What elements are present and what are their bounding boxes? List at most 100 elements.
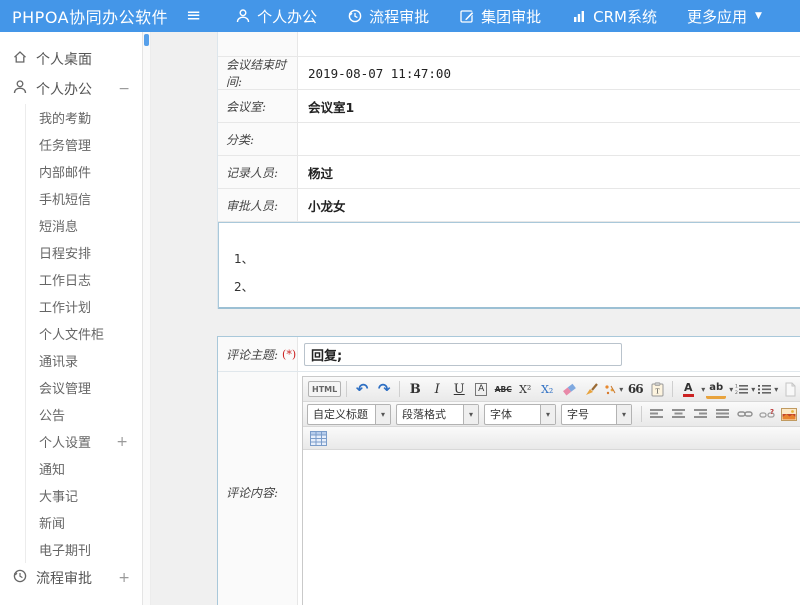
table-icon[interactable]	[308, 428, 328, 448]
sidebar-subitem-tasks[interactable]: 任务管理	[26, 131, 142, 158]
sidebar-item-workflow-approval[interactable]: 流程审批 +	[0, 563, 142, 593]
sidebar-subitem-e-journal[interactable]: 电子期刊	[26, 536, 142, 563]
chevron-down-icon[interactable]: ▾	[701, 385, 705, 394]
highlight-button[interactable]: ab	[706, 379, 726, 399]
menu-toggle-icon[interactable]: ≡	[186, 7, 201, 25]
comment-subject-input[interactable]	[304, 343, 622, 366]
nav-item-workflow-approval[interactable]: 流程审批	[347, 6, 429, 27]
editor-toolbar-row-3	[303, 427, 800, 450]
superscript-button[interactable]: X²	[515, 379, 535, 399]
sidebar-subitem-work-plan[interactable]: 工作计划	[26, 293, 142, 320]
comment-subject-row: 评论主题: (*)	[218, 337, 800, 372]
sidebar-subitem-notice[interactable]: 通知	[26, 455, 142, 482]
sidebar-item-label: 流程审批	[36, 568, 92, 588]
page-break-icon[interactable]	[780, 379, 800, 399]
sidebar: 个人桌面 个人办公 − 我的考勤 任务管理 内部邮件 手机短信 短消息 日程安排…	[0, 32, 143, 605]
sidebar-item-personal-office[interactable]: 个人办公 −	[0, 74, 142, 104]
table-row-end-time: 会议结束时间: 2019-08-07 11:47:00	[218, 57, 800, 90]
history-clock-icon	[347, 8, 363, 24]
sidebar-subitem-meeting-management[interactable]: 会议管理	[26, 374, 142, 401]
note-line: 1、	[234, 245, 800, 273]
sidebar-subitem-file-cabinet[interactable]: 个人文件柜	[26, 320, 142, 347]
comment-content-row: 评论内容: HTML ↶ ↷ B I	[218, 372, 800, 605]
strikethrough-button[interactable]: ABC	[493, 379, 513, 399]
ordered-list-button[interactable]: 12▾	[734, 379, 755, 399]
chevron-down-icon: ▾	[463, 405, 478, 424]
field-label: 会议结束时间:	[218, 57, 298, 89]
field-label: 审批人员:	[218, 189, 298, 221]
nav-item-group-approval[interactable]: 集团审批	[459, 6, 541, 27]
table-row-recorder: 记录人员: 杨过	[218, 156, 800, 189]
history-clock-icon	[12, 568, 36, 588]
blockquote-button[interactable]: 66	[625, 379, 645, 399]
redo-button[interactable]: ↷	[374, 379, 394, 399]
meeting-detail-table: 会议结束时间: 2019-08-07 11:47:00 会议室: 会议室1 分类…	[217, 32, 800, 309]
justify-button[interactable]	[713, 404, 733, 424]
required-mark: (*)	[282, 348, 296, 361]
paint-format-button[interactable]: ▾	[603, 379, 623, 399]
format-painter-icon[interactable]	[581, 379, 601, 399]
underline-button[interactable]: U	[449, 379, 469, 399]
editor-content-area[interactable]	[303, 450, 800, 605]
bold-button[interactable]: B	[405, 379, 425, 399]
sidebar-subitem-internal-mail[interactable]: 内部邮件	[26, 158, 142, 185]
nav-item-personal-office[interactable]: 个人办公	[235, 6, 317, 27]
nav-item-crm[interactable]: CRM系统	[571, 6, 657, 27]
undo-button[interactable]: ↶	[352, 379, 372, 399]
unlink-icon[interactable]: ?	[757, 404, 777, 424]
sidebar-subitem-attendance[interactable]: 我的考勤	[26, 104, 142, 131]
top-header: PHPOA协同办公软件 ≡ 个人办公 流程审批 集团审批 CRM系统 更多应用 …	[0, 0, 800, 32]
sidebar-subitem-schedule[interactable]: 日程安排	[26, 239, 142, 266]
sidebar-item-desktop[interactable]: 个人桌面	[0, 44, 142, 74]
sidebar-item-label: 个人桌面	[36, 49, 92, 69]
nav-item-more-apps[interactable]: 更多应用 ▼	[687, 6, 762, 27]
align-left-button[interactable]	[647, 404, 667, 424]
sidebar-subitem-work-log[interactable]: 工作日志	[26, 266, 142, 293]
link-icon[interactable]	[735, 404, 755, 424]
font-style-button[interactable]: A	[471, 379, 491, 399]
collapse-icon[interactable]: −	[118, 81, 130, 97]
field-value: 会议室1	[298, 90, 800, 122]
chevron-down-icon: ▾	[540, 405, 555, 424]
table-row-approver: 审批人员: 小龙女	[218, 189, 800, 222]
heading-select[interactable]: 自定义标题 ▾	[307, 404, 391, 425]
chevron-down-icon[interactable]: ▾	[729, 385, 733, 394]
sidebar-subitem-personal-settings[interactable]: 个人设置+	[26, 428, 142, 455]
align-center-button[interactable]	[669, 404, 689, 424]
field-label: 分类:	[218, 123, 298, 155]
sidebar-subitem-announcement[interactable]: 公告	[26, 401, 142, 428]
font-size-select[interactable]: 字号 ▾	[561, 404, 632, 425]
meeting-notes-box: 1、 2、	[218, 222, 800, 309]
image-icon[interactable]	[779, 404, 799, 424]
sidebar-subitem-news[interactable]: 新闻	[26, 509, 142, 536]
svg-text:2: 2	[735, 390, 738, 395]
eraser-button[interactable]	[559, 379, 579, 399]
rich-text-editor: HTML ↶ ↷ B I U A ABC X²	[302, 376, 800, 605]
expand-icon[interactable]: +	[118, 570, 130, 586]
sidebar-subitem-mobile-sms[interactable]: 手机短信	[26, 185, 142, 212]
sidebar-submenu: 我的考勤 任务管理 内部邮件 手机短信 短消息 日程安排 工作日志 工作计划 个…	[25, 104, 142, 563]
nav-label: 个人办公	[257, 6, 317, 27]
font-family-select[interactable]: 字体 ▾	[484, 404, 556, 425]
paste-text-button[interactable]: T	[647, 379, 667, 399]
scrollbar-thumb[interactable]	[144, 34, 149, 46]
paragraph-format-select[interactable]: 段落格式 ▾	[396, 404, 479, 425]
nav-label: CRM系统	[593, 6, 657, 27]
font-color-button[interactable]: A	[678, 379, 698, 399]
unordered-list-button[interactable]: ▾	[757, 379, 778, 399]
sidebar-subitem-major-events[interactable]: 大事记	[26, 482, 142, 509]
sidebar-subitem-short-message[interactable]: 短消息	[26, 212, 142, 239]
align-right-button[interactable]	[691, 404, 711, 424]
subscript-button[interactable]: X₂	[537, 379, 557, 399]
svg-text:?: ?	[770, 408, 774, 416]
html-source-button[interactable]: HTML	[308, 381, 341, 397]
field-label: 会议室:	[218, 90, 298, 122]
chevron-down-icon: ▾	[616, 405, 631, 424]
sidebar-scrollbar[interactable]	[143, 32, 151, 605]
expand-icon[interactable]: +	[116, 434, 128, 450]
home-icon	[12, 49, 36, 69]
svg-text:T: T	[655, 387, 660, 395]
sidebar-subitem-contacts[interactable]: 通讯录	[26, 347, 142, 374]
italic-button[interactable]: I	[427, 379, 447, 399]
person-icon	[235, 8, 251, 24]
